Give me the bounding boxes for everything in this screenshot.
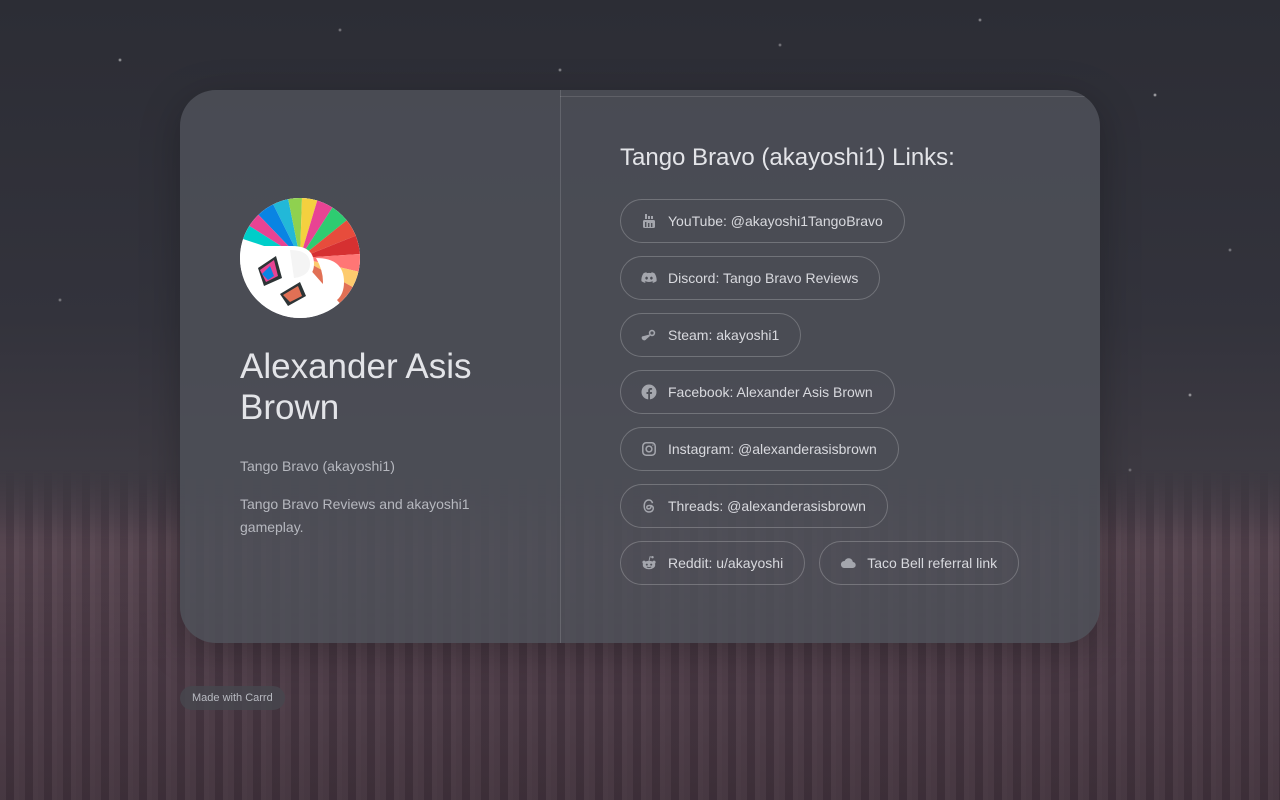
links-list: YouTube: @akayoshi1TangoBravo Discord: T… (620, 199, 1060, 585)
avatar (240, 198, 360, 318)
profile-name: Alexander Asis Brown (240, 347, 472, 427)
profile-description: Tango Bravo Reviews and akayoshi1 gamepl… (240, 496, 470, 535)
link-steam[interactable]: Steam: akayoshi1 (620, 313, 802, 357)
links-section: Tango Bravo (akayoshi1) Links: YouTube: … (620, 142, 1060, 585)
link-label: Discord: Tango Bravo Reviews (668, 270, 859, 286)
link-reddit[interactable]: Reddit: u/akayoshi (620, 541, 806, 585)
profile-subtitle: Tango Bravo (akayoshi1) (240, 458, 395, 474)
link-threads[interactable]: Threads: @alexanderasisbrown (620, 484, 888, 528)
threads-icon (641, 498, 657, 514)
discord-icon (641, 270, 657, 286)
youtube-icon (641, 213, 657, 229)
facebook-icon (641, 384, 657, 400)
link-instagram[interactable]: Instagram: @alexanderasisbrown (620, 427, 899, 471)
instagram-icon (641, 441, 657, 457)
profile-card: Alexander Asis Brown Tango Bravo (akayos… (180, 90, 1100, 643)
links-title: Tango Bravo (akayoshi1) Links: (620, 144, 955, 171)
link-label: Threads: @alexanderasisbrown (668, 498, 866, 514)
link-label: YouTube: @akayoshi1TangoBravo (668, 213, 883, 229)
link-label: Facebook: Alexander Asis Brown (668, 384, 873, 400)
card-top-line (560, 96, 1100, 97)
link-label: Taco Bell referral link (867, 555, 998, 571)
steam-icon (641, 327, 657, 343)
link-label: Instagram: @alexanderasisbrown (668, 441, 877, 457)
link-discord[interactable]: Discord: Tango Bravo Reviews (620, 256, 881, 300)
reddit-icon (641, 555, 657, 571)
profile-section: Alexander Asis Brown Tango Bravo (akayos… (240, 198, 520, 539)
avatar-logo-image (240, 198, 360, 318)
link-facebook[interactable]: Facebook: Alexander Asis Brown (620, 370, 895, 414)
card-divider (560, 90, 561, 643)
link-taco-bell[interactable]: Taco Bell referral link (819, 541, 1020, 585)
link-label: Steam: akayoshi1 (668, 327, 780, 343)
made-with-carrd-link[interactable]: Made with Carrd (180, 686, 285, 710)
link-label: Reddit: u/akayoshi (668, 555, 784, 571)
link-youtube[interactable]: YouTube: @akayoshi1TangoBravo (620, 199, 905, 243)
cloud-icon (840, 555, 856, 571)
